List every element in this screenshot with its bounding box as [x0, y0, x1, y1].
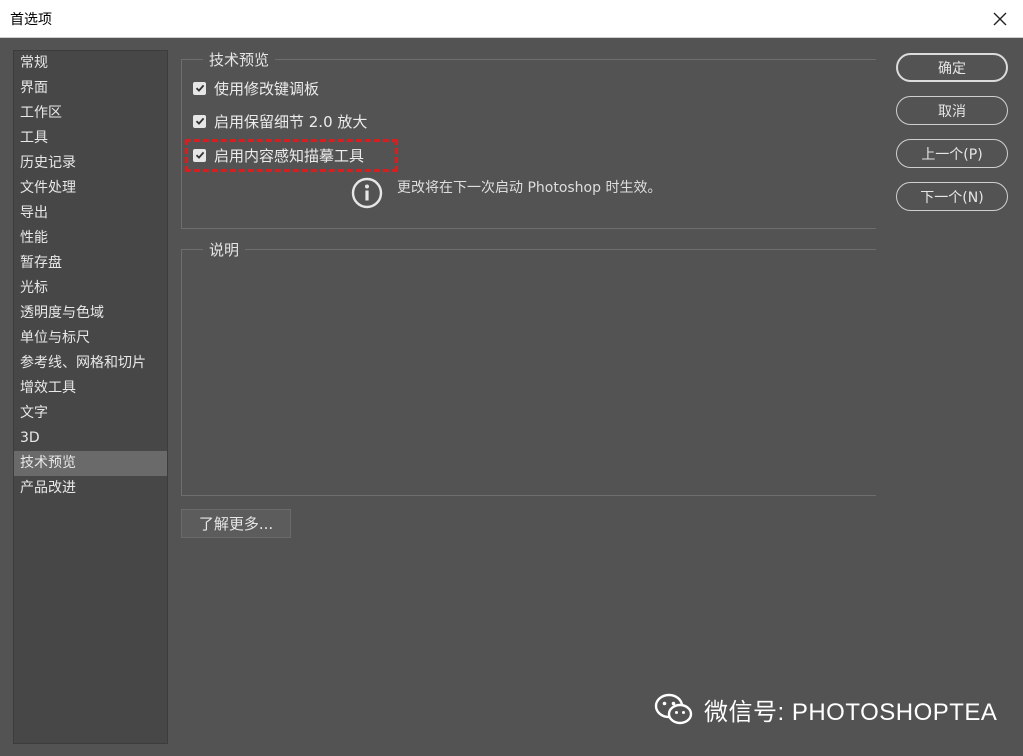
checkmark-icon: [195, 151, 204, 159]
checkmark-icon: [195, 84, 204, 92]
sidebar-item-cursors[interactable]: 光标: [14, 276, 167, 301]
close-icon: [993, 12, 1007, 26]
option-modifier-keys-panel[interactable]: 使用修改键调板: [193, 77, 319, 99]
checkbox-checked[interactable]: [193, 114, 206, 128]
restart-notice: 更改将在下一次启动 Photoshop 时生效。: [351, 177, 661, 209]
sidebar-item-transparency[interactable]: 透明度与色域: [14, 301, 167, 326]
sidebar-item-scratch-disks[interactable]: 暂存盘: [14, 251, 167, 276]
sidebar-item-history[interactable]: 历史记录: [14, 151, 167, 176]
info-icon: [351, 177, 383, 209]
title-bar: 首选项: [0, 0, 1023, 38]
restart-notice-text: 更改将在下一次启动 Photoshop 时生效。: [397, 180, 662, 196]
sidebar-item-product-improvement[interactable]: 产品改进: [14, 476, 167, 501]
option-label: 使用修改键调板: [214, 79, 320, 98]
preferences-sidebar: 常规 界面 工作区 工具 历史记录 文件处理 导出 性能 暂存盘 光标 透明度与…: [13, 50, 168, 744]
checkmark-icon: [195, 117, 204, 125]
close-button[interactable]: [985, 4, 1015, 34]
next-button[interactable]: 下一个(N): [896, 182, 1008, 211]
sidebar-item-3d[interactable]: 3D: [14, 426, 167, 451]
option-content-aware-tracing[interactable]: 启用内容感知描摹工具: [193, 144, 364, 166]
tech-preview-group: 技术预览 使用修改键调板 启用保留细节 2.0 放大 启用内容感知描摹工具 更改…: [181, 49, 876, 229]
sidebar-item-type[interactable]: 文字: [14, 401, 167, 426]
description-group: 说明: [181, 239, 876, 496]
cancel-button[interactable]: 取消: [896, 96, 1008, 125]
option-label: 启用保留细节 2.0 放大: [214, 112, 368, 131]
sidebar-item-units-rulers[interactable]: 单位与标尺: [14, 326, 167, 351]
sidebar-item-export[interactable]: 导出: [14, 201, 167, 226]
sidebar-item-performance[interactable]: 性能: [14, 226, 167, 251]
learn-more-button[interactable]: 了解更多...: [181, 509, 291, 538]
option-preserve-details[interactable]: 启用保留细节 2.0 放大: [193, 110, 367, 132]
sidebar-item-guides-grid[interactable]: 参考线、网格和切片: [14, 351, 167, 376]
sidebar-item-tech-preview[interactable]: 技术预览: [14, 451, 167, 476]
sidebar-item-interface[interactable]: 界面: [14, 76, 167, 101]
checkbox-checked[interactable]: [193, 81, 206, 95]
wechat-watermark: 微信号: PHOTOSHOPTEA: [654, 692, 997, 727]
watermark-text: 微信号: PHOTOSHOPTEA: [704, 699, 998, 726]
tech-preview-legend: 技术预览: [203, 49, 276, 70]
sidebar-item-workspace[interactable]: 工作区: [14, 101, 167, 126]
option-label: 启用内容感知描摹工具: [214, 146, 365, 165]
window-title: 首选项: [10, 12, 52, 28]
previous-button[interactable]: 上一个(P): [896, 139, 1008, 168]
checkbox-checked[interactable]: [193, 148, 206, 162]
wechat-icon: [654, 693, 693, 724]
sidebar-item-tools[interactable]: 工具: [14, 126, 167, 151]
sidebar-item-file-handling[interactable]: 文件处理: [14, 176, 167, 201]
description-legend: 说明: [203, 239, 246, 260]
sidebar-item-plugins[interactable]: 增效工具: [14, 376, 167, 401]
ok-button[interactable]: 确定: [896, 53, 1008, 82]
sidebar-item-general[interactable]: 常规: [14, 51, 167, 76]
description-frame: [181, 249, 876, 496]
